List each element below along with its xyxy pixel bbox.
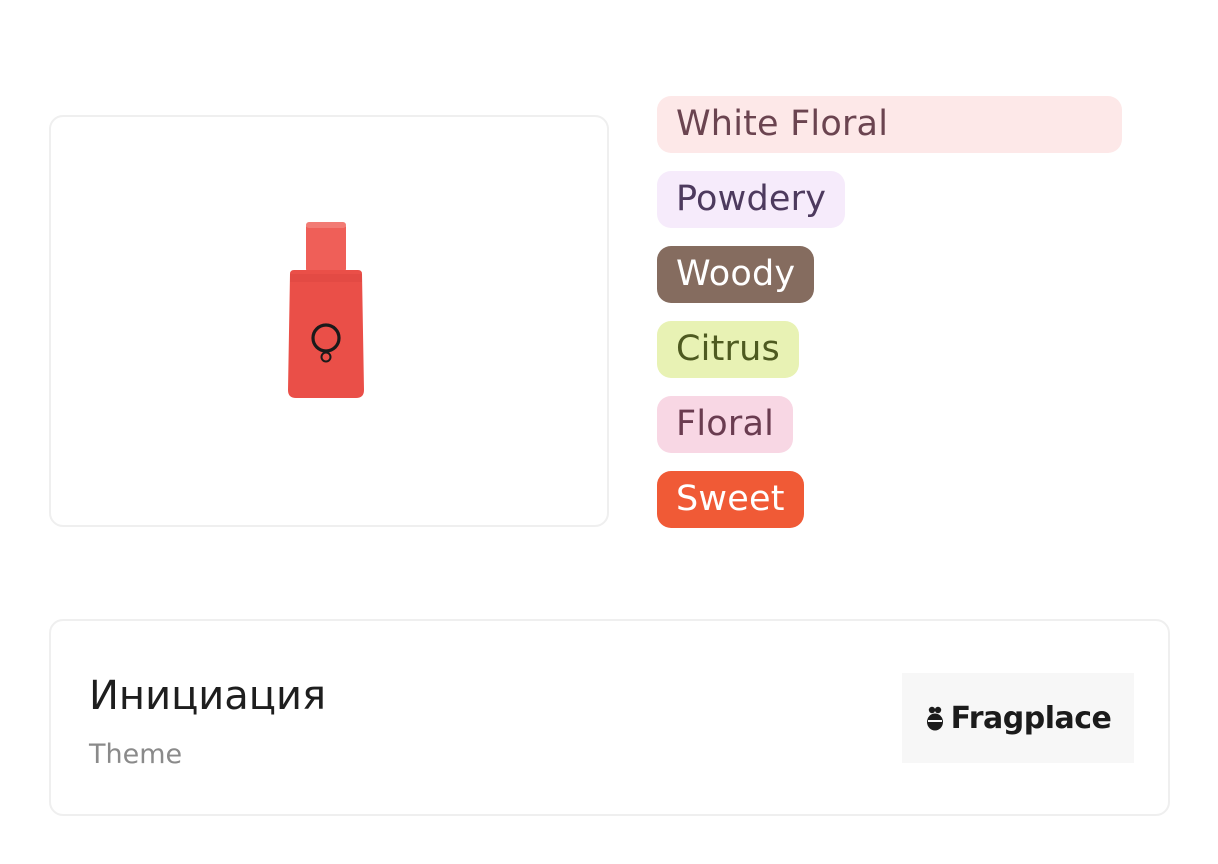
- accord-badge-woody: Woody: [657, 246, 815, 303]
- bottle-cap: [306, 222, 346, 274]
- perfume-subtitle: Theme: [89, 739, 183, 770]
- accord-badge-floral: Floral: [657, 396, 794, 453]
- perfume-title: Инициация: [89, 673, 327, 719]
- accord-badge-powdery: Powdery: [657, 171, 846, 228]
- perfume-info-card[interactable]: Инициация Theme Fragplace: [49, 619, 1170, 816]
- accord-badge-citrus: Citrus: [657, 321, 799, 378]
- perfume-bottle-image: [288, 222, 364, 398]
- accord-badge-white-floral: White Floral: [657, 96, 1122, 153]
- brand-logo[interactable]: Fragplace: [902, 673, 1134, 763]
- brand-name: Fragplace: [950, 700, 1112, 736]
- bottle-body: [288, 270, 364, 398]
- accord-list: White Floral Powdery Woody Citrus Floral…: [657, 96, 1127, 546]
- product-image-card: [49, 115, 609, 527]
- bee-icon: [926, 706, 943, 731]
- accord-badge-sweet: Sweet: [657, 471, 804, 528]
